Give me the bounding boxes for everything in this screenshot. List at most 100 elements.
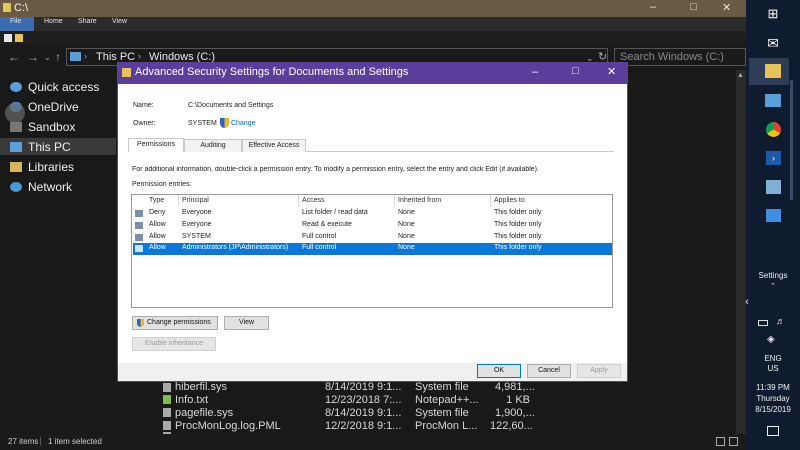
tiles-view-icon[interactable] xyxy=(729,437,738,446)
file-name: hiberfil.sys xyxy=(175,381,227,393)
nav-libraries[interactable]: Libraries xyxy=(28,160,74,174)
wifi-icon[interactable]: ◈ xyxy=(767,334,775,345)
settings-chevron-icon[interactable]: ⌃ xyxy=(746,282,800,290)
entry-type: Deny xyxy=(149,209,166,216)
remote-desktop-icon[interactable] xyxy=(765,94,781,107)
tab-auditing[interactable]: Auditing xyxy=(184,139,242,152)
clock-time[interactable]: 11:39 PM xyxy=(746,383,800,392)
ribbon-tab-home[interactable]: Home xyxy=(44,18,63,25)
nav-quick-access[interactable]: Quick access xyxy=(28,80,99,94)
entry-access: Full control xyxy=(302,233,337,240)
column-header-principal[interactable]: Principal xyxy=(182,197,209,204)
app-window-icon[interactable] xyxy=(766,209,781,222)
chrome-icon[interactable] xyxy=(766,122,781,137)
tab-permissions[interactable]: Permissions xyxy=(128,138,184,152)
entry-applies: This folder only xyxy=(494,233,542,240)
nav-onedrive[interactable]: OneDrive xyxy=(28,100,79,114)
entry-inherited: None xyxy=(398,209,415,216)
show-hidden-icon[interactable]: ‹ xyxy=(720,296,774,308)
app-icon[interactable] xyxy=(766,180,781,194)
uac-shield-icon xyxy=(137,319,144,327)
details-view-icon[interactable] xyxy=(716,437,725,446)
cancel-button[interactable]: Cancel xyxy=(527,364,571,378)
entry-access: Full control xyxy=(302,244,337,251)
column-separator[interactable] xyxy=(178,195,179,207)
column-separator[interactable] xyxy=(394,195,395,207)
column-separator[interactable] xyxy=(490,195,491,207)
users-icon xyxy=(135,245,143,252)
minimize-icon[interactable]: – xyxy=(650,1,656,13)
vertical-scrollbar[interactable] xyxy=(736,70,746,434)
tab-effective-access[interactable]: Effective Access xyxy=(242,139,306,152)
entry-access: Read & execute xyxy=(302,221,352,228)
file-icon xyxy=(163,383,171,392)
settings-label[interactable]: Settings xyxy=(746,271,800,280)
nav-network[interactable]: Network xyxy=(28,180,72,194)
change-owner-link[interactable]: Change xyxy=(231,120,256,127)
maximize-icon[interactable]: □ xyxy=(690,1,697,13)
nav-sandbox[interactable]: Sandbox xyxy=(28,120,75,134)
entry-type: Allow xyxy=(149,244,166,251)
file-name: Info.txt xyxy=(175,394,209,406)
action-center-icon[interactable] xyxy=(767,426,779,436)
ribbon-tab-view[interactable]: View xyxy=(112,18,127,25)
column-header-access[interactable]: Access xyxy=(302,197,325,204)
close-icon[interactable]: ✕ xyxy=(722,1,731,14)
file-size: 122,60... xyxy=(490,420,533,432)
close-icon[interactable]: ✕ xyxy=(607,65,616,78)
change-permissions-button[interactable]: Change permissions xyxy=(132,316,218,330)
column-header-type[interactable]: Type xyxy=(149,197,164,204)
maximize-icon[interactable]: □ xyxy=(572,65,579,77)
view-button[interactable]: View xyxy=(224,316,269,330)
column-header-inherited[interactable]: Inherited from xyxy=(398,197,441,204)
up-icon[interactable]: ↑ xyxy=(55,50,61,64)
battery-icon[interactable] xyxy=(758,320,768,326)
file-size: 4,981,... xyxy=(495,381,535,393)
entry-principal: Everyone xyxy=(182,221,212,228)
properties-icon[interactable] xyxy=(4,34,12,42)
scroll-up-icon[interactable]: ▲ xyxy=(737,72,745,80)
powershell-icon[interactable]: › xyxy=(766,151,781,165)
windows-start-icon[interactable]: ⊞ xyxy=(763,4,783,24)
ribbon-tab-file[interactable]: File xyxy=(10,18,21,25)
apply-button[interactable]: Apply xyxy=(577,364,621,378)
folder-icon xyxy=(122,68,131,77)
file-date: 8/14/2019 9:1... xyxy=(325,381,402,393)
status-selected: 1 item selected xyxy=(48,437,102,446)
ok-button[interactable]: OK xyxy=(477,364,521,378)
enable-inheritance-button[interactable]: Enable inheritance xyxy=(132,337,216,351)
language[interactable]: ENG xyxy=(746,354,800,363)
clock-date[interactable]: 8/15/2019 xyxy=(746,405,800,414)
search-placeholder: Search Windows (C:) xyxy=(620,51,724,63)
computer-icon xyxy=(10,142,22,152)
permission-entries-label: Permission entries: xyxy=(132,181,192,188)
table-row[interactable]: Deny Everyone List folder / read data No… xyxy=(133,208,612,220)
forward-icon[interactable]: → xyxy=(27,50,39,64)
new-folder-icon[interactable] xyxy=(15,34,23,42)
column-header-applies[interactable]: Applies to xyxy=(494,197,525,204)
table-row-selected[interactable]: Allow Administrators (JP\Administrators)… xyxy=(133,243,612,255)
column-separator[interactable] xyxy=(298,195,299,207)
volume-icon[interactable]: ♬ xyxy=(776,316,785,326)
back-icon[interactable]: ← xyxy=(8,50,20,64)
dialog-title: Advanced Security Settings for Documents… xyxy=(135,66,409,78)
status-bar xyxy=(0,434,746,450)
list-item[interactable]: ProcMonLog.log.PML 12/2/2018 9:1... Proc… xyxy=(160,419,720,433)
taskbar-scroll[interactable] xyxy=(790,80,793,200)
file-type: System file xyxy=(415,381,469,393)
table-row[interactable]: Allow Everyone Read & execute None This … xyxy=(133,220,612,232)
region[interactable]: US xyxy=(746,364,800,373)
quick-access-toolbar xyxy=(0,31,746,44)
sandbox-icon xyxy=(10,122,22,132)
nav-this-pc[interactable]: This PC xyxy=(28,140,71,154)
recent-chevron-icon[interactable]: ⌄ xyxy=(44,53,51,62)
list-item[interactable]: Info.txt 12/23/2018 7:... Notepad++... 1… xyxy=(160,393,720,407)
list-item[interactable]: hiberfil.sys 8/14/2019 9:1... System fil… xyxy=(160,380,720,394)
file-date: 12/23/2018 7:... xyxy=(325,394,402,406)
ribbon-tab-share[interactable]: Share xyxy=(78,18,97,25)
file-explorer-icon[interactable] xyxy=(765,64,781,78)
mail-icon[interactable]: ✉ xyxy=(763,33,783,53)
list-item[interactable]: pagefile.sys 8/14/2019 9:1... System fil… xyxy=(160,406,720,420)
clock-day[interactable]: Thursday xyxy=(746,394,800,403)
minimize-icon[interactable]: – xyxy=(532,66,538,78)
